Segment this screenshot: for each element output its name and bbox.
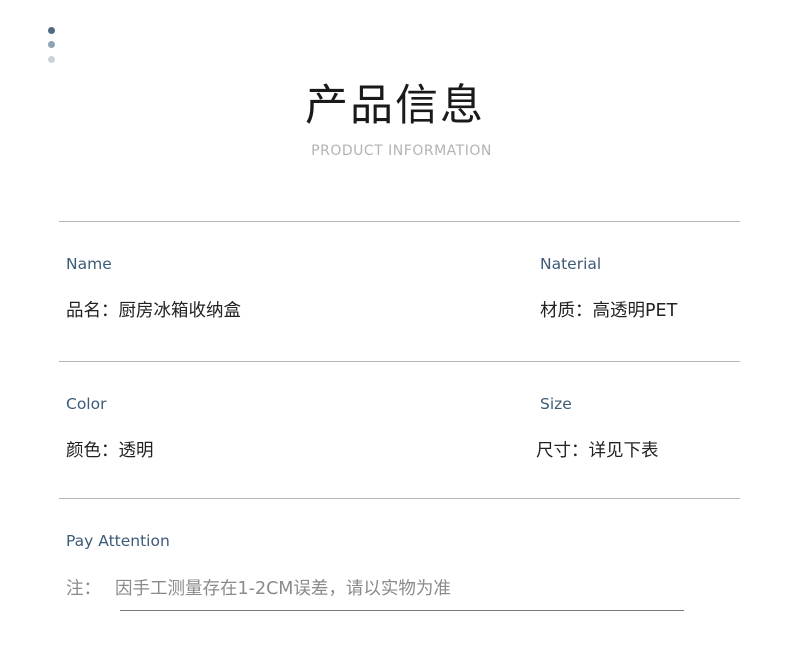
color-label: Color bbox=[66, 395, 107, 413]
size-label: Size bbox=[540, 395, 572, 413]
attention-label: Pay Attention bbox=[66, 532, 170, 550]
page-title: 产品信息 bbox=[305, 81, 485, 131]
decor-dot-2 bbox=[48, 41, 55, 48]
name-value: 品名：厨房冰箱收纳盒 bbox=[66, 301, 241, 321]
divider-2 bbox=[59, 361, 740, 362]
name-label: Name bbox=[66, 255, 112, 273]
decor-dot-1 bbox=[48, 27, 55, 34]
material-value: 材质：高透明PET bbox=[540, 301, 678, 321]
attention-text: 因手工测量存在1-2CM误差，请以实物为准 bbox=[115, 579, 451, 599]
size-value: 尺寸：详见下表 bbox=[536, 441, 659, 461]
material-label: Naterial bbox=[540, 255, 602, 273]
page-subtitle: PRODUCT INFORMATION bbox=[311, 143, 492, 159]
divider-1 bbox=[59, 221, 740, 222]
decor-dot-3 bbox=[48, 56, 55, 63]
color-value: 颜色：透明 bbox=[66, 441, 154, 461]
divider-3 bbox=[59, 498, 740, 499]
attention-underline bbox=[120, 610, 684, 611]
attention-prefix: 注： bbox=[66, 579, 101, 599]
